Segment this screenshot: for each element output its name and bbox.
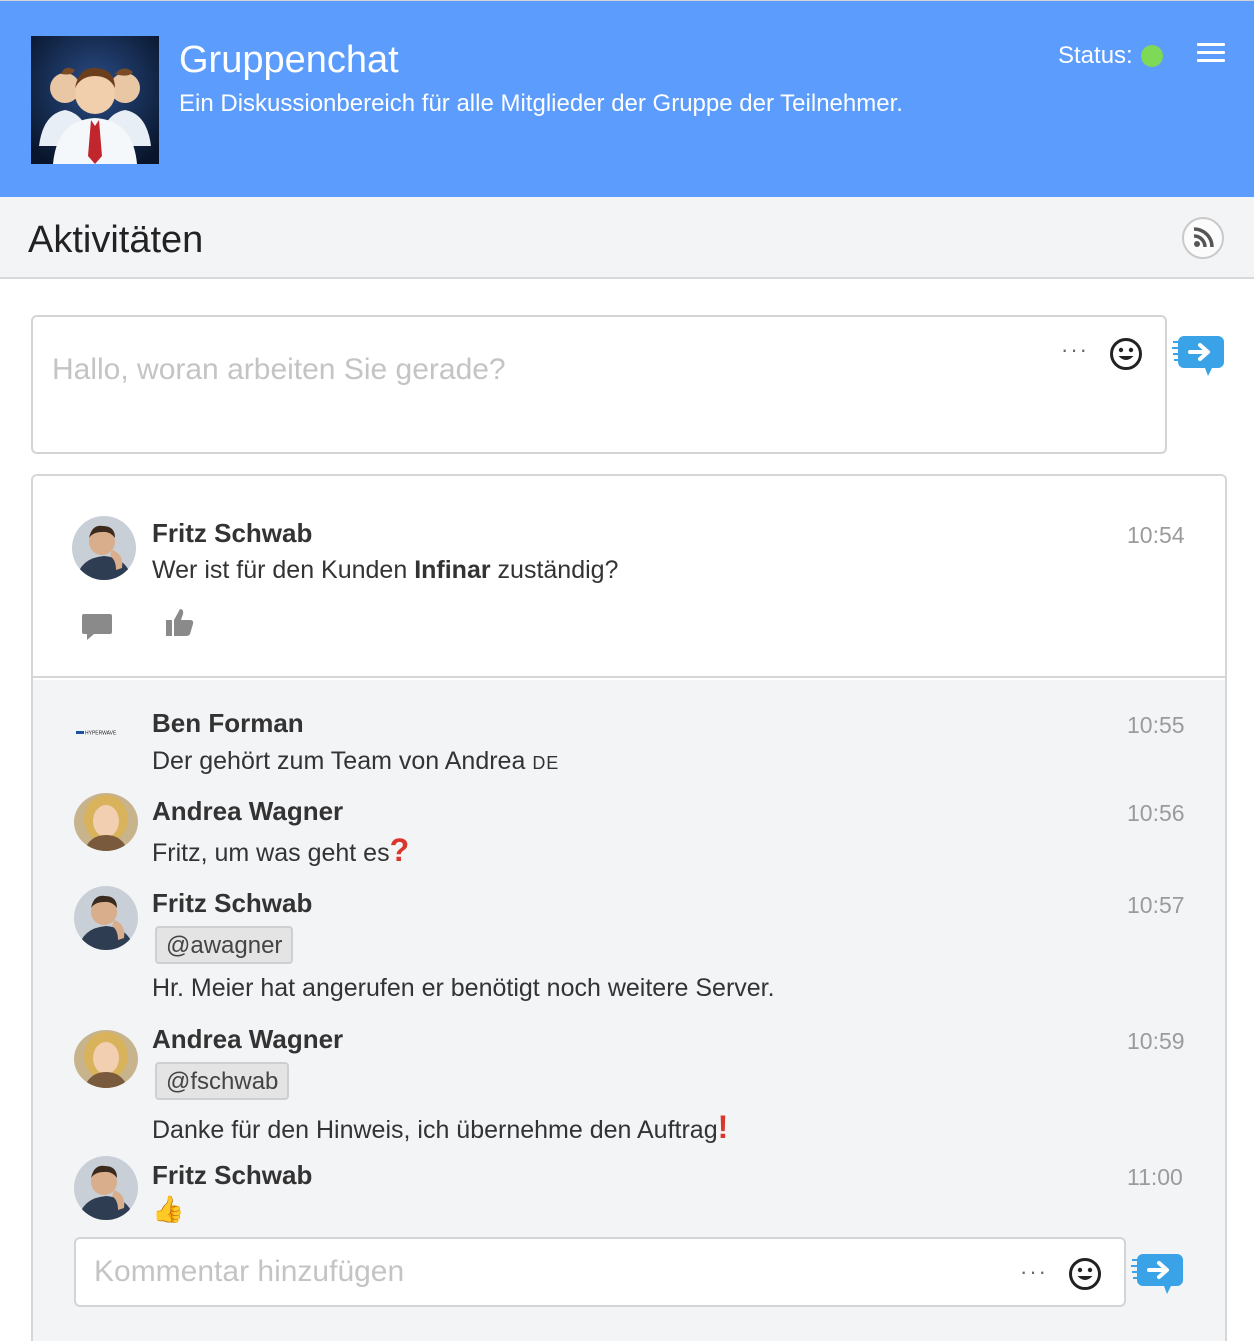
smiley-icon[interactable] [1109, 337, 1143, 371]
mention-tag[interactable]: @awagner [155, 926, 294, 964]
thumbs-up-emoji: 👍 [152, 1194, 185, 1224]
reply-time: 10:57 [1127, 892, 1185, 918]
reply-text: Der gehört zum Team von Andrea DE [152, 747, 559, 776]
reply-author[interactable]: Andrea Wagner [152, 1024, 343, 1055]
post-text-part: zuständig? [490, 556, 619, 584]
compose-input[interactable] [52, 353, 1002, 387]
status-indicator: Status: [1058, 42, 1163, 70]
question-mark-emoji: ? [389, 832, 410, 868]
activity-feed: Fritz Schwab 10:54 Wer ist für den Kunde… [31, 474, 1227, 1341]
mention-tag[interactable]: @fschwab [155, 1062, 290, 1100]
reply-text: Danke für den Hinweis, ich übernehme den… [152, 1109, 728, 1146]
send-comment-icon[interactable] [1131, 1250, 1185, 1296]
avatar [72, 516, 136, 580]
activities-title: Aktivitäten [28, 219, 204, 261]
avatar-logo-text: HYPERWAVE [85, 731, 117, 737]
reply-time: 10:59 [1127, 1028, 1185, 1054]
main-post: Fritz Schwab 10:54 Wer ist für den Kunde… [33, 476, 1225, 678]
status-label: Status: [1058, 42, 1133, 69]
avatar [74, 793, 138, 851]
hamburger-menu-icon[interactable] [1197, 43, 1225, 63]
avatar [74, 886, 138, 950]
exclamation-emoji: ! [717, 1109, 729, 1145]
comment-icon[interactable] [81, 610, 113, 642]
group-avatar [31, 36, 159, 164]
smiley-icon[interactable] [1068, 1257, 1102, 1291]
post-author[interactable]: Fritz Schwab [152, 518, 312, 549]
reply-author[interactable]: Fritz Schwab [152, 1160, 312, 1191]
group-title: Gruppenchat [179, 39, 399, 81]
comment-box: ··· [74, 1237, 1126, 1307]
avatar [74, 1156, 138, 1220]
reply-text-part: Danke für den Hinweis, ich übernehme den… [152, 1116, 718, 1144]
comment-input[interactable] [94, 1255, 974, 1289]
comment-more-options-icon[interactable]: ··· [1020, 1259, 1048, 1285]
reply-time: 10:56 [1127, 800, 1185, 826]
status-dot [1140, 45, 1163, 67]
post-time: 10:54 [1127, 522, 1185, 548]
reply-text: Fritz, um was geht es? [152, 832, 409, 869]
reply-author[interactable]: Ben Forman [152, 708, 304, 739]
group-subtitle: Ein Diskussionbereich für alle Mitgliede… [179, 90, 903, 117]
post-text-bold: Infinar [414, 556, 491, 584]
reply-text-part: Fritz, um was geht es [152, 839, 390, 867]
reply-time: 10:55 [1127, 712, 1185, 738]
compose-box: ··· [31, 315, 1167, 454]
reply-text-part: Der gehört zum Team von Andrea [152, 747, 526, 775]
reply-text: Hr. Meier hat angerufen er benötigt noch… [152, 974, 775, 1002]
post-text-part: Wer ist für den Kunden [152, 556, 415, 584]
reply-author[interactable]: Fritz Schwab [152, 888, 312, 919]
reply-time: 11:00 [1127, 1164, 1183, 1190]
thumbs-up-icon[interactable] [164, 606, 196, 638]
avatar: HYPERWAVE [72, 700, 136, 764]
group-people-icon [31, 36, 159, 164]
language-tag: DE [532, 753, 560, 773]
post-text: Wer ist für den Kunden Infinar zuständig… [152, 556, 618, 585]
activities-bar: Aktivitäten [0, 197, 1254, 279]
avatar [74, 1030, 138, 1088]
reply-author[interactable]: Andrea Wagner [152, 796, 343, 827]
compose-more-options-icon[interactable]: ··· [1061, 337, 1089, 363]
rss-icon[interactable] [1182, 217, 1224, 259]
group-header: Gruppenchat Ein Diskussionbereich für al… [0, 0, 1254, 197]
send-message-icon[interactable] [1172, 332, 1226, 378]
